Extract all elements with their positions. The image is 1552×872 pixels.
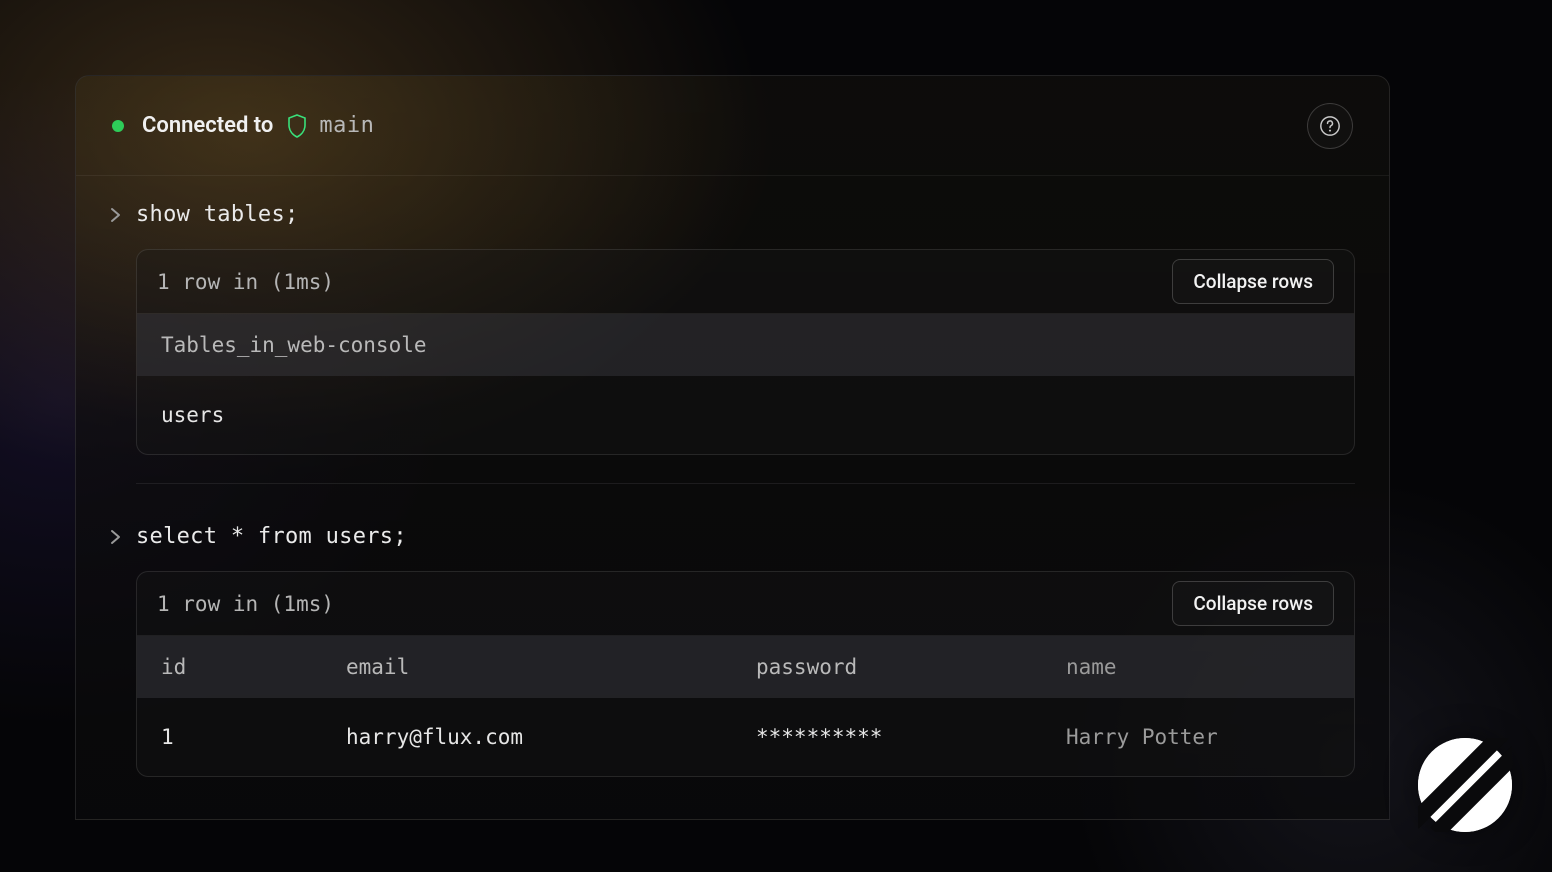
console-panel: Connected to main show tables; 1 row i [75, 75, 1390, 820]
column-header: Tables_in_web-console [161, 333, 1330, 357]
divider [136, 483, 1355, 484]
column-header-id: id [161, 655, 346, 679]
column-header-email: email [346, 655, 756, 679]
branch-name: main [319, 113, 374, 138]
collapse-rows-button[interactable]: Collapse rows [1172, 581, 1334, 626]
query-line[interactable]: show tables; [110, 202, 1355, 227]
table-row: users [137, 376, 1354, 454]
result-block: 1 row in (1ms) Collapse rows Tables_in_w… [136, 249, 1355, 455]
status-dot [112, 120, 124, 132]
table-header-row: Tables_in_web-console [137, 314, 1354, 376]
query-text: show tables; [136, 202, 299, 227]
help-icon [1319, 115, 1341, 137]
table-cell-id: 1 [161, 725, 346, 749]
connection-status-label: Connected to [142, 113, 273, 138]
result-header: 1 row in (1ms) Collapse rows [137, 572, 1354, 636]
table-cell: users [161, 403, 1330, 427]
result-header: 1 row in (1ms) Collapse rows [137, 250, 1354, 314]
brand-logo[interactable] [1418, 738, 1512, 832]
query-text: select * from users; [136, 524, 407, 549]
table-cell-email: harry@flux.com [346, 725, 756, 749]
chevron-right-icon [110, 529, 122, 545]
query-line[interactable]: select * from users; [110, 524, 1355, 549]
collapse-rows-button[interactable]: Collapse rows [1172, 259, 1334, 304]
table-row: 1 harry@flux.com ********** Harry Potter [137, 698, 1354, 776]
console-content: show tables; 1 row in (1ms) Collapse row… [76, 176, 1389, 777]
table-cell-password: ********** [756, 725, 1066, 749]
table-cell-name: Harry Potter [1066, 725, 1330, 749]
result-summary: 1 row in (1ms) [157, 592, 334, 616]
column-header-name: name [1066, 655, 1330, 679]
table-header-row: id email password name [137, 636, 1354, 698]
column-header-password: password [756, 655, 1066, 679]
help-button[interactable] [1307, 103, 1353, 149]
result-summary: 1 row in (1ms) [157, 270, 334, 294]
chevron-right-icon [110, 207, 122, 223]
topbar: Connected to main [76, 76, 1389, 176]
brand-logo-icon [1418, 738, 1512, 832]
shield-icon [287, 114, 307, 138]
result-block: 1 row in (1ms) Collapse rows id email pa… [136, 571, 1355, 777]
